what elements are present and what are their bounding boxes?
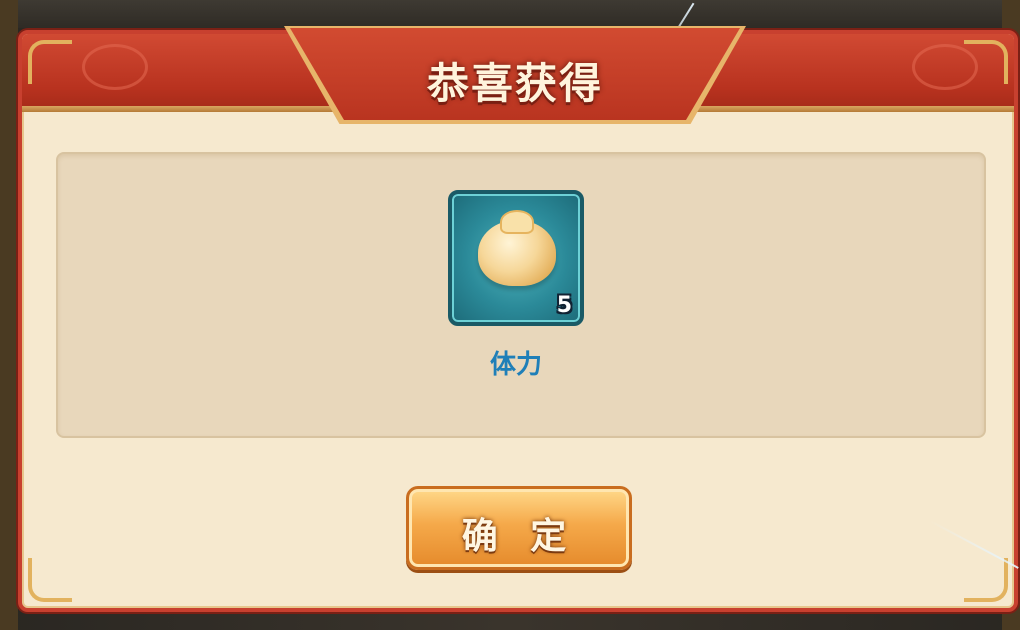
corner-ornament-bottom-right [964, 558, 1008, 602]
bun-pleat [502, 212, 532, 232]
corner-ornament-top-left [28, 40, 72, 84]
reward-dialog: 恭喜获得 5 体力 确 定 [18, 26, 1018, 612]
dialog-title: 恭喜获得 [426, 59, 603, 108]
reward-panel: 5 体力 [56, 152, 986, 438]
backdrop-top-band [0, 0, 1020, 28]
corner-ornament-top-right [964, 40, 1008, 84]
reward-item-slot[interactable]: 5 [448, 190, 584, 326]
cloud-ornament-left [82, 44, 148, 90]
confirm-button-label: 确 定 [461, 516, 577, 557]
item-name: 体力 [489, 350, 542, 380]
backdrop-left-edge [0, 0, 18, 630]
corner-ornament-bottom-left [28, 558, 72, 602]
confirm-button[interactable]: 确 定 [406, 486, 632, 570]
item-count: 5 [556, 293, 572, 318]
